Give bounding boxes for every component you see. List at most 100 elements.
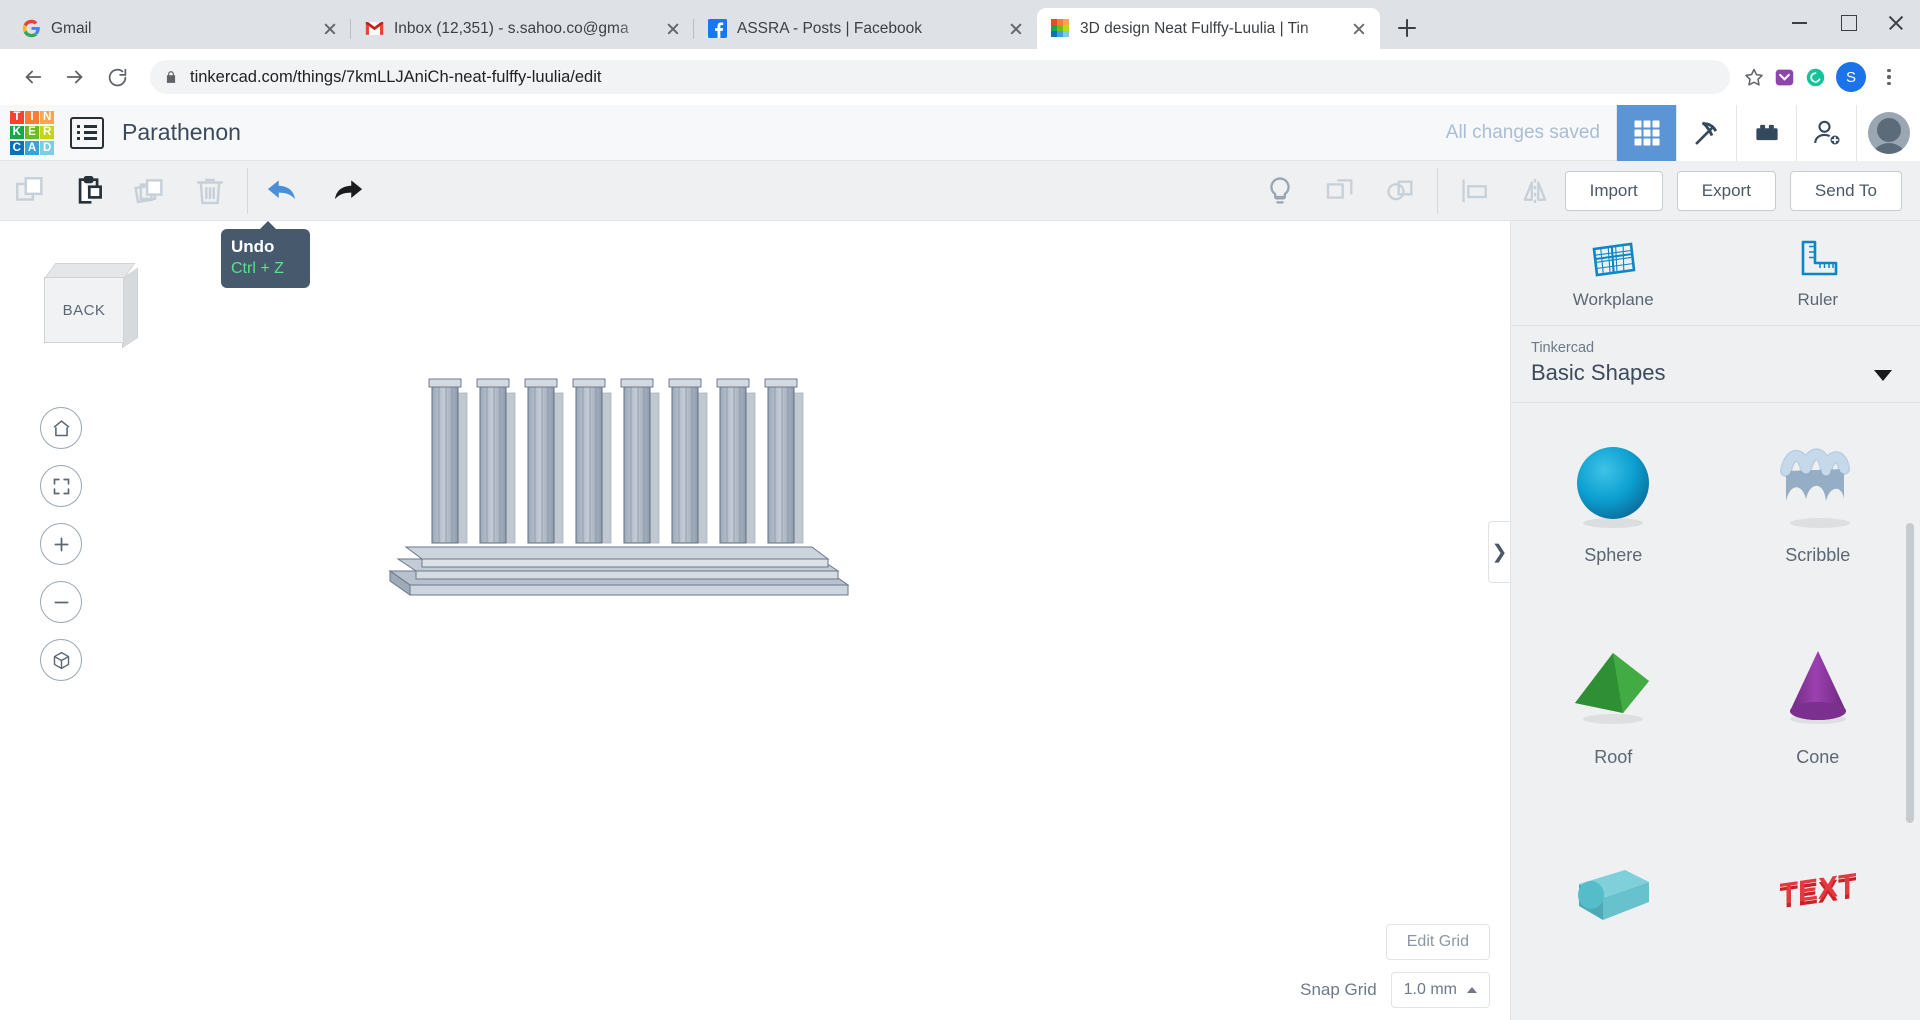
undo-button[interactable] <box>255 161 315 221</box>
profile-avatar[interactable]: S <box>1836 62 1866 92</box>
address-bar[interactable]: tinkercad.com/things/7kmLLJAniCh-neat-fu… <box>150 60 1730 94</box>
design-canvas[interactable]: BACK Edit Grid Snap Grid 1.0 mm ❯ <box>0 221 1510 1020</box>
panel-collapse-toggle[interactable]: ❯ <box>1488 521 1510 583</box>
close-icon[interactable] <box>1005 18 1027 40</box>
logo-tile: N <box>40 110 54 125</box>
browser-tab-gmail[interactable]: Gmail <box>8 8 351 49</box>
browser-tab-tinkercad[interactable]: 3D design Neat Fulffy-Luulia | Tin <box>1037 8 1380 49</box>
zoom-out-button[interactable] <box>40 581 82 623</box>
shape-item-cone[interactable]: Cone <box>1716 615 1920 787</box>
page-title[interactable]: Parathenon <box>122 119 241 146</box>
lego-brick-icon[interactable] <box>1736 104 1796 161</box>
browser-tab-inbox[interactable]: Inbox (12,351) - s.sahoo.co@gma <box>351 8 694 49</box>
paste-button[interactable] <box>60 161 120 221</box>
ruler-icon <box>1795 237 1841 281</box>
extension-grammarly-icon[interactable] <box>1805 67 1826 88</box>
shape-item-scribble[interactable]: Scribble <box>1716 413 1920 585</box>
view-cube-front-face[interactable]: BACK <box>44 277 124 343</box>
parthenon-model[interactable] <box>380 371 900 631</box>
tinkercad-logo-icon[interactable]: T I N K E R C A D <box>10 110 54 155</box>
shape-library-select[interactable]: Tinkercad Basic Shapes <box>1511 326 1920 403</box>
ruler-tool[interactable]: Ruler <box>1716 221 1920 325</box>
tab-title: Gmail <box>51 19 92 37</box>
workplane-label: Workplane <box>1572 289 1654 309</box>
logo-tile: E <box>25 125 39 140</box>
export-button[interactable]: Export <box>1676 170 1776 211</box>
view-cube[interactable]: BACK <box>44 263 138 349</box>
view-navigation-controls <box>40 407 82 681</box>
mirror-button[interactable] <box>1505 161 1565 221</box>
shape-item-tube[interactable] <box>1511 818 1716 990</box>
zoom-in-button[interactable] <box>40 523 82 565</box>
chevron-down-icon <box>1874 370 1892 381</box>
shape-label: Scribble <box>1785 545 1851 565</box>
view-cube-side-face[interactable] <box>122 267 138 349</box>
new-tab-button[interactable] <box>1390 11 1424 45</box>
omnibox-actions: S <box>1744 62 1906 92</box>
snap-grid-label: Snap Grid <box>1300 980 1377 999</box>
close-window-icon[interactable] <box>1872 0 1920 45</box>
project-list-icon[interactable] <box>70 116 104 149</box>
invite-person-icon[interactable] <box>1796 104 1856 161</box>
close-icon[interactable] <box>319 18 341 40</box>
panel-scrollbar[interactable] <box>1906 523 1914 823</box>
home-view-button[interactable] <box>40 407 82 449</box>
lightbulb-button[interactable] <box>1250 161 1310 221</box>
reload-icon[interactable] <box>98 58 136 96</box>
logo-tile: C <box>10 140 24 155</box>
import-button[interactable]: Import <box>1564 170 1663 211</box>
duplicate-button[interactable] <box>120 161 180 221</box>
fit-to-view-button[interactable] <box>40 465 82 507</box>
gmail-m-icon <box>365 19 384 38</box>
tinkercad-icon <box>1051 19 1070 38</box>
edit-toolbar: Import Export Send To Undo Ctrl + Z <box>0 161 1920 288</box>
ruler-label: Ruler <box>1797 289 1839 309</box>
shape-item-text[interactable]: TEXT TEXT <box>1716 818 1920 990</box>
snap-grid-value: 1.0 mm <box>1403 981 1457 998</box>
copy-button[interactable] <box>0 161 60 221</box>
shape-item-sphere[interactable]: Sphere <box>1511 413 1716 585</box>
maximize-icon[interactable] <box>1824 0 1872 45</box>
bookmark-star-icon[interactable] <box>1744 67 1764 87</box>
tube-shape <box>1558 840 1668 940</box>
edit-grid-button[interactable]: Edit Grid <box>1385 924 1490 960</box>
snap-grid-row: Snap Grid 1.0 mm <box>1300 972 1490 1008</box>
delete-button[interactable] <box>180 161 240 221</box>
forward-icon[interactable] <box>56 58 94 96</box>
align-button[interactable] <box>1445 161 1505 221</box>
logo-tile: I <box>25 110 39 125</box>
chrome-menu-icon[interactable] <box>1876 62 1902 92</box>
redo-button[interactable] <box>315 161 375 221</box>
orthographic-view-button[interactable] <box>40 639 82 681</box>
send-to-button[interactable]: Send To <box>1789 170 1902 211</box>
workplane-icon <box>1589 237 1637 281</box>
user-avatar[interactable] <box>1856 104 1920 161</box>
workplane-tool[interactable]: Workplane <box>1511 221 1716 325</box>
group-button[interactable] <box>1310 161 1370 221</box>
app-header: T I N K E R C A D Parathenon All changes… <box>0 104 1920 161</box>
extension-pocket-icon[interactable] <box>1774 67 1795 88</box>
window-controls <box>1776 0 1920 45</box>
shape-item-roof[interactable]: Roof <box>1511 615 1716 787</box>
tooltip-title: Undo <box>231 237 275 256</box>
canvas-bottom-controls: Edit Grid Snap Grid 1.0 mm <box>1300 924 1490 1008</box>
ungroup-button[interactable] <box>1370 161 1430 221</box>
back-icon[interactable] <box>14 58 52 96</box>
blocks-grid-icon[interactable] <box>1616 104 1676 161</box>
save-status: All changes saved <box>1445 121 1600 143</box>
toolbar-divider <box>247 167 248 214</box>
text-shape: TEXT TEXT <box>1763 840 1873 940</box>
minimize-icon[interactable] <box>1776 0 1824 45</box>
tab-title: Inbox (12,351) - s.sahoo.co@gma <box>394 19 629 37</box>
browser-tab-facebook[interactable]: ASSRA - Posts | Facebook <box>694 8 1037 49</box>
close-icon[interactable] <box>1348 18 1370 40</box>
shapes-panel: Workplane Ruler Tinkercad Basic Shapes S… <box>1510 221 1920 1020</box>
snap-grid-select[interactable]: 1.0 mm <box>1390 972 1490 1008</box>
edit-actions <box>0 161 240 221</box>
tab-title: 3D design Neat Fulffy-Luulia | Tin <box>1080 19 1309 37</box>
shape-label: Cone <box>1796 747 1840 768</box>
minecraft-pickaxe-icon[interactable] <box>1676 104 1736 161</box>
close-icon[interactable] <box>662 18 684 40</box>
view-cube-top-face[interactable] <box>44 263 136 278</box>
roof-shape <box>1558 637 1668 737</box>
